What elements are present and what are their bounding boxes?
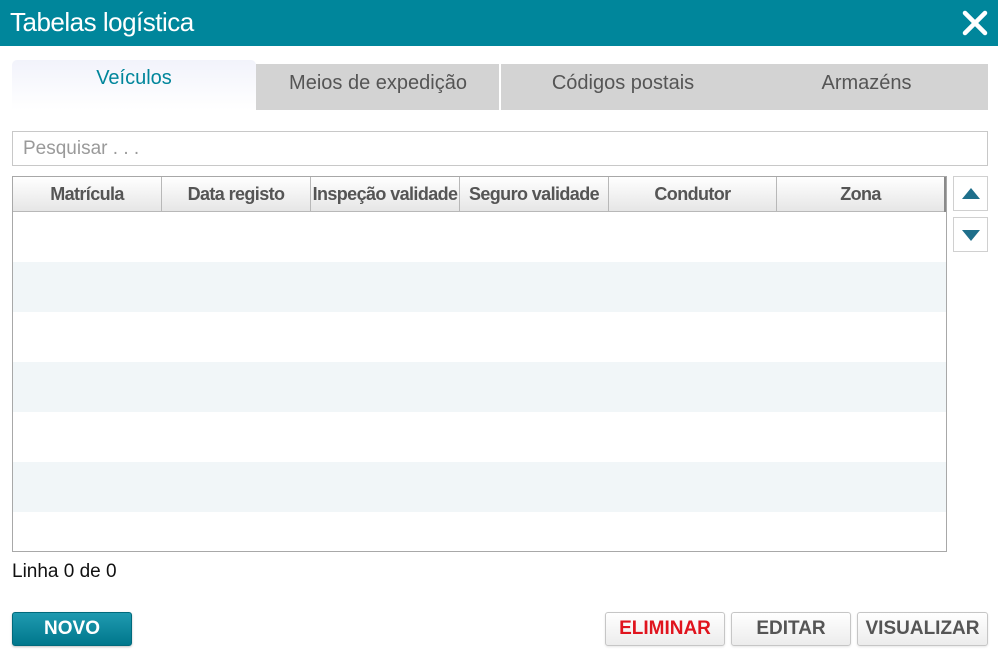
view-button[interactable]: VISUALIZAR	[857, 612, 988, 646]
table-row[interactable]	[13, 312, 946, 362]
window-title: Tabelas logística	[10, 7, 194, 37]
table-row[interactable]	[13, 412, 946, 462]
arrow-up-icon	[962, 188, 980, 199]
column-header-matricula[interactable]: Matrícula	[13, 177, 162, 212]
scroll-down-button[interactable]	[953, 217, 988, 252]
column-header-condutor[interactable]: Condutor	[609, 177, 777, 212]
delete-button[interactable]: ELIMINAR	[605, 612, 725, 646]
search-input[interactable]	[12, 131, 988, 166]
close-icon	[962, 10, 988, 36]
column-header-zona[interactable]: Zona	[777, 177, 946, 212]
edit-button[interactable]: EDITAR	[731, 612, 851, 646]
column-header-inspecao-validade[interactable]: Inspeção validade	[311, 177, 460, 212]
tab-veiculos[interactable]: Veículos	[12, 60, 256, 110]
arrow-down-icon	[962, 230, 980, 241]
table-row[interactable]	[13, 212, 946, 262]
vehicles-table: Matrícula Data registo Inspeção validade…	[12, 176, 947, 552]
new-button[interactable]: NOVO	[12, 612, 132, 646]
column-header-data-registo[interactable]: Data registo	[162, 177, 311, 212]
tab-meios-de-expedicao[interactable]: Meios de expedição	[256, 64, 500, 110]
row-count-status: Linha 0 de 0	[12, 561, 117, 582]
tab-armazens[interactable]: Armazéns	[745, 64, 988, 110]
table-row[interactable]	[13, 512, 946, 551]
scroll-up-button[interactable]	[953, 176, 988, 211]
tab-codigos-postais[interactable]: Códigos postais	[501, 64, 745, 110]
table-row[interactable]	[13, 262, 946, 312]
title-bar: Tabelas logística	[0, 0, 998, 46]
tab-bar: Veículos Meios de expedição Códigos post…	[12, 60, 988, 110]
close-button[interactable]	[960, 8, 990, 38]
column-header-seguro-validade[interactable]: Seguro validade	[460, 177, 609, 212]
table-header: Matrícula Data registo Inspeção validade…	[13, 177, 946, 212]
table-row[interactable]	[13, 362, 946, 412]
table-row[interactable]	[13, 462, 946, 512]
